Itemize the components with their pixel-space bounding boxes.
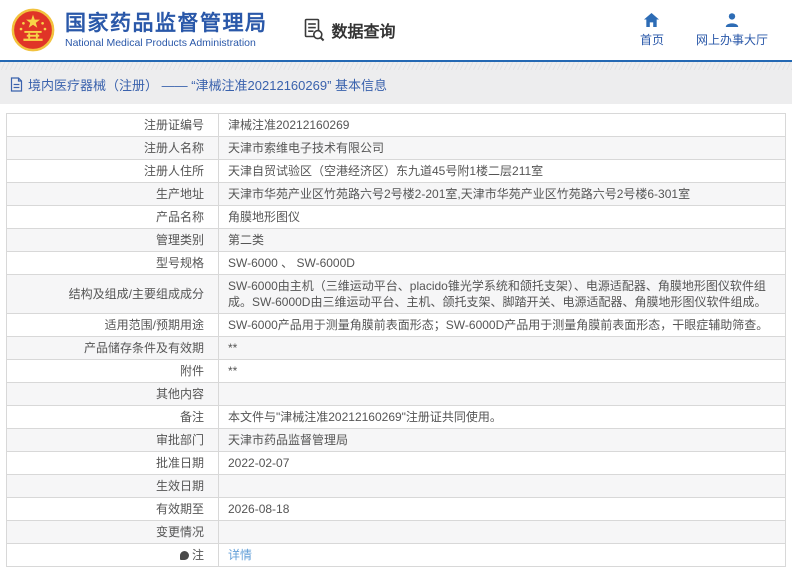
site-subtitle: National Medical Products Administration bbox=[65, 37, 268, 49]
row-label: 管理类别 bbox=[7, 229, 219, 252]
table-row: 审批部门 天津市药品监督管理局 bbox=[7, 429, 786, 452]
person-icon bbox=[724, 12, 740, 28]
table-row: 附件 ** bbox=[7, 360, 786, 383]
table-row: 结构及组成/主要组成成分 SW-6000由主机（三维运动平台、placido锥光… bbox=[7, 275, 786, 314]
info-table-body: 注册证编号 津械注准20212160269 注册人名称 天津市索维电子技术有限公… bbox=[7, 114, 786, 567]
info-table: 注册证编号 津械注准20212160269 注册人名称 天津市索维电子技术有限公… bbox=[6, 113, 786, 567]
nmpa-logo[interactable]: 国家药品监督管理局 National Medical Products Admi… bbox=[10, 7, 268, 53]
row-label: 生效日期 bbox=[7, 475, 219, 498]
site-header: 国家药品监督管理局 National Medical Products Admi… bbox=[0, 0, 792, 60]
row-value: 天津市华苑产业区竹苑路六号2号楼2-201室,天津市华苑产业区竹苑路六号2号楼6… bbox=[219, 183, 786, 206]
row-value: SW-6000由主机（三维运动平台、placido锥光学系统和颌托支架）、电源适… bbox=[219, 275, 786, 314]
breadcrumb: 境内医疗器械（注册） —— “津械注准20212160269” 基本信息 bbox=[10, 75, 387, 94]
row-label: 批准日期 bbox=[7, 452, 219, 475]
row-value bbox=[219, 475, 786, 498]
row-value: 津械注准20212160269 bbox=[219, 114, 786, 137]
nav-home[interactable]: 首页 bbox=[640, 12, 664, 48]
row-label: 变更情况 bbox=[7, 521, 219, 544]
row-label: 备注 bbox=[7, 406, 219, 429]
national-emblem-icon bbox=[10, 7, 56, 53]
table-row: 注册人住所 天津自贸试验区（空港经济区）东九道45号附1楼二层211室 bbox=[7, 160, 786, 183]
row-value: 第二类 bbox=[219, 229, 786, 252]
row-label: 型号规格 bbox=[7, 252, 219, 275]
table-row: 适用范围/预期用途 SW-6000产品用于测量角膜前表面形态；SW-6000D产… bbox=[7, 314, 786, 337]
row-label: 附件 bbox=[7, 360, 219, 383]
table-row: 生产地址 天津市华苑产业区竹苑路六号2号楼2-201室,天津市华苑产业区竹苑路六… bbox=[7, 183, 786, 206]
nav-service-hall-label: 网上办事大厅 bbox=[696, 31, 768, 48]
note-icon bbox=[180, 551, 189, 560]
row-value: 天津市索维电子技术有限公司 bbox=[219, 137, 786, 160]
table-row: 生效日期 bbox=[7, 475, 786, 498]
table-row: 注册人名称 天津市索维电子技术有限公司 bbox=[7, 137, 786, 160]
row-label: 注册证编号 bbox=[7, 114, 219, 137]
table-row: 其他内容 bbox=[7, 383, 786, 406]
table-row: 型号规格 SW-6000 、 SW-6000D bbox=[7, 252, 786, 275]
document-search-icon bbox=[304, 18, 326, 42]
row-label: 适用范围/预期用途 bbox=[7, 314, 219, 337]
table-row: 批准日期 2022-02-07 bbox=[7, 452, 786, 475]
table-row: 产品名称 角膜地形图仪 bbox=[7, 206, 786, 229]
row-label: 注 bbox=[7, 544, 219, 567]
row-value: 角膜地形图仪 bbox=[219, 206, 786, 229]
row-value: SW-6000 、 SW-6000D bbox=[219, 252, 786, 275]
table-row: 注册证编号 津械注准20212160269 bbox=[7, 114, 786, 137]
data-query-label: 数据查询 bbox=[332, 18, 396, 42]
table-row: 注 详情 bbox=[7, 544, 786, 567]
nav-service-hall[interactable]: 网上办事大厅 bbox=[696, 12, 768, 48]
row-value: SW-6000产品用于测量角膜前表面形态；SW-6000D产品用于测量角膜前表面… bbox=[219, 314, 786, 337]
row-value: 天津市药品监督管理局 bbox=[219, 429, 786, 452]
row-label: 生产地址 bbox=[7, 183, 219, 206]
row-value bbox=[219, 521, 786, 544]
row-value: 2026-08-18 bbox=[219, 498, 786, 521]
document-icon bbox=[10, 77, 23, 92]
top-nav: 首页 网上办事大厅 bbox=[640, 12, 768, 48]
row-value: 详情 bbox=[219, 544, 786, 567]
row-label: 有效期至 bbox=[7, 498, 219, 521]
table-row: 有效期至 2026-08-18 bbox=[7, 498, 786, 521]
home-icon bbox=[643, 12, 660, 28]
row-label: 审批部门 bbox=[7, 429, 219, 452]
nav-home-label: 首页 bbox=[640, 31, 664, 48]
row-label: 结构及组成/主要组成成分 bbox=[7, 275, 219, 314]
row-value: 2022-02-07 bbox=[219, 452, 786, 475]
detail-link[interactable]: 详情 bbox=[228, 548, 252, 562]
row-label: 注册人名称 bbox=[7, 137, 219, 160]
table-row: 管理类别 第二类 bbox=[7, 229, 786, 252]
row-value: 天津自贸试验区（空港经济区）东九道45号附1楼二层211室 bbox=[219, 160, 786, 183]
data-query-tab[interactable]: 数据查询 bbox=[304, 18, 396, 42]
row-label: 其他内容 bbox=[7, 383, 219, 406]
site-title: 国家药品监督管理局 bbox=[65, 11, 268, 36]
breadcrumb-text: 境内医疗器械（注册） —— “津械注准20212160269” 基本信息 bbox=[28, 75, 387, 94]
row-value: ** bbox=[219, 360, 786, 383]
row-label: 产品名称 bbox=[7, 206, 219, 229]
row-value: 本文件与"津械注准20212160269"注册证共同使用。 bbox=[219, 406, 786, 429]
breadcrumb-banner: 境内医疗器械（注册） —— “津械注准20212160269” 基本信息 bbox=[0, 62, 792, 104]
table-row: 备注 本文件与"津械注准20212160269"注册证共同使用。 bbox=[7, 406, 786, 429]
row-value bbox=[219, 383, 786, 406]
row-value: ** bbox=[219, 337, 786, 360]
table-row: 产品储存条件及有效期 ** bbox=[7, 337, 786, 360]
row-label: 注册人住所 bbox=[7, 160, 219, 183]
row-label: 产品储存条件及有效期 bbox=[7, 337, 219, 360]
table-row: 变更情况 bbox=[7, 521, 786, 544]
